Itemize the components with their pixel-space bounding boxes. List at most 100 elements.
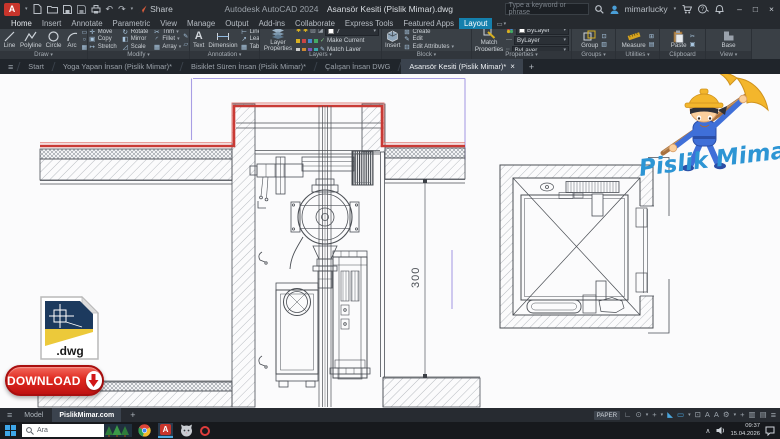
ortho-mode-icon[interactable]: ∟ [624, 411, 631, 419]
logo-menu-chevron-icon[interactable]: ▾ [25, 6, 28, 12]
search-highlights-image[interactable] [104, 424, 132, 437]
rectangle-icon[interactable]: ▭ [82, 29, 88, 36]
copy-clip-icon[interactable]: ▣ [690, 41, 696, 48]
layer-dropdown[interactable]: 7 ▾ [325, 29, 379, 36]
annotation-scale-icon[interactable]: A [714, 411, 719, 419]
tray-expand-icon[interactable]: ∧ [705, 427, 710, 435]
drawing-area[interactable]: 300 [0, 74, 780, 408]
annotation-panel-label[interactable]: Annotation ▾ [190, 51, 259, 59]
object-color-dropdown[interactable]: ByLayer▾ [516, 29, 569, 35]
groups-panel-label[interactable]: Groups ▾ [572, 51, 615, 59]
ribbon-tab-insert[interactable]: Insert [37, 18, 67, 29]
stretch-tool[interactable]: ↦Stretch [89, 44, 117, 51]
layer-properties-tool[interactable]: Layer Properties [262, 29, 294, 51]
view-panel-label[interactable]: View ▾ [706, 51, 751, 59]
download-button[interactable]: DOWNLOAD [5, 365, 104, 396]
plot-printer-icon[interactable] [91, 5, 101, 14]
base-view-tool[interactable]: Base [720, 29, 736, 51]
new-layout-icon[interactable]: + [123, 408, 142, 422]
new-file-icon[interactable] [33, 4, 42, 14]
arc-tool[interactable]: Arc [65, 29, 80, 51]
graphics-performance-icon[interactable]: ▤ [760, 411, 767, 419]
linear-dimension-tool[interactable]: ⊢Linear [241, 29, 259, 36]
match-properties-tool[interactable]: Match Properties [474, 29, 504, 51]
autocad-taskbar-icon[interactable]: A [158, 423, 173, 438]
layers-panel-label[interactable]: Layers ▾ [260, 51, 381, 59]
close-tab-icon[interactable]: × [510, 62, 515, 71]
lineweight-dropdown[interactable]: ByLayer▾ [514, 36, 569, 45]
ribbon-tab-express-tools[interactable]: Express Tools [340, 18, 398, 29]
tab-asansor-kesiti[interactable]: Asansör Kesiti (Pislik Mimar)* × [401, 59, 523, 74]
draw-panel-label[interactable]: Draw ▾ [0, 51, 87, 59]
ribbon-tab-annotate[interactable]: Annotate [66, 18, 107, 29]
taskbar-search-input[interactable]: Ara [22, 424, 132, 437]
minimize-button[interactable]: – [737, 4, 742, 14]
hatch-icon[interactable]: ▦ [82, 44, 88, 51]
edit-attributes-tool[interactable]: ⊟Edit Attributes▾ [403, 44, 454, 51]
layer-on-icon[interactable]: ✱ [296, 29, 301, 35]
modify-panel-label[interactable]: Modify ▾ [88, 51, 189, 59]
tab-bisiklet-suren-insan[interactable]: Bisiklet Süren İnsan (Pislik Mimar)* [183, 59, 314, 74]
make-current-tool[interactable]: ✓ Make Current [296, 37, 379, 45]
polyline-tool[interactable]: Polyline [19, 29, 43, 51]
drawing-canvas[interactable]: 300 [0, 74, 780, 408]
cut-icon[interactable]: ✂ [690, 33, 696, 40]
ribbon-tab-featured-apps[interactable]: Featured Apps [398, 18, 459, 29]
ungroup-icon[interactable]: ⊡ [601, 33, 607, 40]
snap-mode-icon[interactable]: + [652, 411, 656, 419]
ribbon-tab-collaborate[interactable]: Collaborate [290, 18, 340, 29]
layer-lock-icon[interactable]: ▨ [310, 29, 316, 35]
line-tool[interactable]: Line [2, 29, 17, 51]
ribbon-tab-addins[interactable]: Add-ins [254, 18, 290, 29]
search-icon[interactable] [595, 5, 604, 14]
utilities-panel-label[interactable]: Utilities ▾ [616, 51, 659, 59]
trim-tool[interactable]: ✂Trim▾ [153, 29, 181, 36]
tab-calisan-insan[interactable]: Çalışan İnsan DWG [317, 59, 398, 74]
rotate-tool[interactable]: ↻Rotate [122, 29, 149, 36]
model-tab[interactable]: Model [17, 408, 50, 422]
gear-chevron-icon[interactable]: ▾ [734, 411, 737, 419]
polar-chevron-icon[interactable]: ▾ [646, 411, 649, 419]
clipboard-panel-label[interactable]: Clipboard [660, 51, 705, 59]
object-snap-icon[interactable]: ⊡ [695, 411, 701, 419]
tab-start[interactable]: Start [20, 59, 52, 74]
properties-panel-label[interactable]: Properties ▾ [472, 51, 571, 59]
create-block-tool[interactable]: ⊞Create [403, 29, 454, 36]
ribbon-tab-manage[interactable]: Manage [182, 18, 220, 29]
group-tool[interactable]: Group [580, 29, 599, 51]
workspace-chevron-icon[interactable]: ▾ [688, 411, 691, 419]
help-icon[interactable]: ? [698, 4, 709, 14]
paper-space-badge[interactable]: PAPER [594, 411, 621, 420]
open-folder-icon[interactable] [47, 5, 58, 14]
ribbon-options-icon[interactable]: ▭▾ [496, 20, 506, 28]
autocad-logo[interactable]: A [4, 3, 20, 16]
quick-select-icon[interactable]: ⊞ [649, 33, 655, 40]
opera-icon[interactable] [200, 426, 210, 436]
new-document-icon[interactable]: + [529, 62, 534, 72]
fillet-tool[interactable]: ◜Fillet▾ [153, 36, 181, 43]
explode-icon[interactable]: ▱ [183, 41, 188, 48]
save-icon[interactable] [63, 5, 72, 14]
tab-yoga-yapan-insan[interactable]: Yoga Yapan İnsan (Pislik Mimar)* [55, 59, 180, 74]
dimension-tool[interactable]: Dimension [207, 29, 238, 51]
copy-tool[interactable]: ▣Copy [89, 36, 117, 43]
account-chevron-icon[interactable]: ▾ [674, 6, 677, 12]
workspace-switching-icon[interactable]: ▭ [677, 411, 684, 419]
ribbon-tab-home[interactable]: Home [6, 18, 37, 29]
paste-tool[interactable]: Paste [670, 29, 688, 51]
ribbon-tab-output[interactable]: Output [220, 18, 253, 29]
undo-icon[interactable]: ↶ [106, 4, 114, 14]
scale-tool[interactable]: ◿Scale [122, 44, 149, 51]
keyword-search-input[interactable]: Type a keyword or phrase [505, 3, 589, 15]
add-status-icon[interactable]: + [740, 411, 744, 419]
color-palette-icon[interactable] [506, 29, 514, 34]
share-button[interactable]: Share [138, 4, 173, 14]
redo-icon[interactable]: ↷ [118, 4, 126, 14]
id-point-icon[interactable]: ▤ [649, 41, 655, 48]
ribbon-tab-layout[interactable]: Layout [459, 18, 492, 29]
leader-tool[interactable]: ↗Leader [241, 36, 259, 43]
layer-freeze-icon[interactable]: ✱ [303, 29, 308, 35]
layout-tabs-menu-icon[interactable]: ≡ [4, 411, 15, 419]
snap-chevron-icon[interactable]: ▾ [661, 411, 664, 419]
start-button[interactable] [5, 425, 16, 436]
